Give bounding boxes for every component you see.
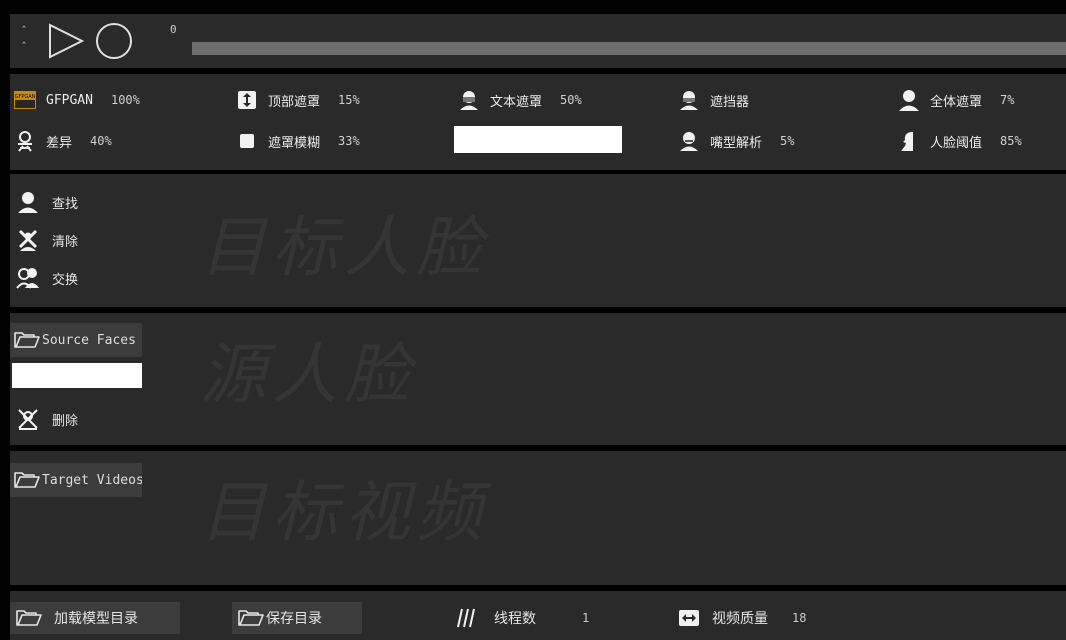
- thread-count-value: 1: [582, 611, 590, 625]
- folder-icon: [14, 472, 40, 488]
- bottom-toolbar: 加载模型目录 保存目录 线程数 1 视频质量 18: [10, 591, 1066, 640]
- source-faces-panel: 源人脸 Source Faces 删除: [10, 313, 1066, 445]
- thread-count-label: 线程数: [494, 611, 536, 627]
- gfpgan-logo-text: GFPGAN: [15, 94, 36, 100]
- person-icon: [16, 190, 40, 214]
- param-label: 遮挡器: [710, 94, 750, 110]
- param-mask-blur[interactable]: 遮罩模糊 33%: [236, 130, 360, 152]
- mask-text-input[interactable]: [454, 126, 622, 153]
- two-persons-icon: [16, 266, 40, 290]
- step-down-icon[interactable]: ˄: [18, 39, 30, 55]
- video-quality-label: 视频质量: [712, 611, 768, 627]
- face-profile-icon: [898, 130, 920, 152]
- timeline-slider[interactable]: [192, 42, 1066, 55]
- frame-stepper[interactable]: ˄ ˄: [18, 23, 30, 57]
- person-x-icon: [16, 228, 40, 252]
- person-icon: [898, 89, 920, 111]
- slashes-icon: [457, 608, 475, 628]
- frame-number: 0: [170, 23, 177, 36]
- video-quality-control[interactable]: 视频质量 18: [678, 602, 806, 634]
- clear-faces-label: 清除: [52, 234, 79, 250]
- find-faces-button[interactable]: 查找: [16, 190, 78, 214]
- masked-face-icon: [678, 89, 700, 111]
- delete-source-label: 删除: [52, 413, 79, 429]
- folder-icon: [238, 610, 264, 626]
- target-faces-watermark: 目标人脸: [200, 209, 488, 286]
- param-label: GFPGAN: [46, 92, 93, 108]
- source-faces-filter-input[interactable]: [12, 363, 142, 388]
- load-models-label: 加载模型目录: [54, 611, 138, 627]
- target-videos-panel: 目标视频 Target Videos: [10, 451, 1066, 585]
- gfpgan-logo-icon: GFPGAN: [14, 89, 36, 111]
- param-occluder[interactable]: 遮挡器: [678, 89, 767, 111]
- param-label: 人脸阈值: [930, 135, 983, 151]
- save-directory-button[interactable]: 保存目录: [232, 602, 362, 634]
- source-faces-button-label: Source Faces: [42, 332, 136, 348]
- param-value: 33%: [338, 134, 360, 148]
- play-icon: [49, 23, 85, 59]
- delete-source-button[interactable]: 删除: [16, 407, 78, 431]
- record-button[interactable]: [94, 21, 134, 61]
- thread-count-control[interactable]: 线程数 1: [456, 602, 589, 634]
- param-label: 文本遮罩: [490, 94, 543, 110]
- target-videos-button-label: Target Videos: [42, 472, 142, 488]
- target-videos-folder-button[interactable]: Target Videos: [10, 463, 142, 497]
- param-gfpgan[interactable]: GFPGAN GFPGAN 100%: [14, 89, 140, 111]
- param-value: 50%: [560, 93, 582, 107]
- param-label: 嘴型解析: [710, 135, 763, 151]
- transport-bar: ˄ ˄ 0: [10, 14, 1066, 68]
- folder-icon: [14, 332, 40, 348]
- source-faces-watermark: 源人脸: [200, 336, 416, 413]
- save-directory-label: 保存目录: [266, 611, 322, 627]
- param-value: 85%: [1000, 134, 1022, 148]
- param-face-threshold[interactable]: 人脸阈值 85%: [898, 130, 1022, 152]
- load-models-button[interactable]: 加载模型目录: [10, 602, 180, 634]
- param-label: 全体遮罩: [930, 94, 983, 110]
- param-label: 遮罩模糊: [268, 135, 321, 151]
- play-button[interactable]: [46, 21, 86, 61]
- masked-face-icon: [458, 89, 480, 111]
- window-top-strip: [0, 0, 1066, 14]
- param-value: 5%: [780, 134, 795, 148]
- param-value: 15%: [338, 93, 360, 107]
- param-value: 100%: [110, 93, 140, 107]
- clear-faces-button[interactable]: 清除: [16, 228, 78, 252]
- find-faces-label: 查找: [52, 196, 79, 212]
- param-label: 差异: [46, 135, 73, 151]
- horizontal-arrows-icon: [679, 610, 699, 626]
- source-faces-folder-button[interactable]: Source Faces: [10, 323, 142, 357]
- face-diff-icon: [14, 130, 36, 152]
- param-label: 顶部遮罩: [268, 94, 321, 110]
- param-mouth-parse[interactable]: 嘴型解析 5%: [678, 130, 794, 152]
- param-top-mask[interactable]: 顶部遮罩 15%: [236, 89, 360, 111]
- param-full-mask[interactable]: 全体遮罩 7%: [898, 89, 1014, 111]
- swap-faces-label: 交换: [52, 272, 79, 288]
- param-value: 40%: [90, 134, 112, 148]
- param-value: 7%: [1000, 93, 1015, 107]
- video-quality-value: 18: [792, 611, 807, 625]
- square-icon: [236, 130, 258, 152]
- folder-icon: [16, 610, 42, 626]
- param-diff[interactable]: 差异 40%: [14, 130, 112, 152]
- face-mouth-icon: [678, 130, 700, 152]
- target-videos-watermark: 目标视频: [200, 474, 488, 551]
- parameters-panel: GFPGAN GFPGAN 100% 顶部遮罩 15% 文本遮罩 50% 遮挡器…: [10, 74, 1066, 170]
- swap-faces-button[interactable]: 交换: [16, 266, 78, 290]
- param-text-mask[interactable]: 文本遮罩 50%: [458, 89, 582, 111]
- target-faces-panel: 目标人脸 查找 清除 交换: [10, 174, 1066, 307]
- delete-person-icon: [16, 407, 40, 431]
- vertical-arrows-icon: [236, 89, 258, 111]
- step-up-icon[interactable]: ˄: [18, 23, 30, 39]
- record-icon: [96, 23, 132, 59]
